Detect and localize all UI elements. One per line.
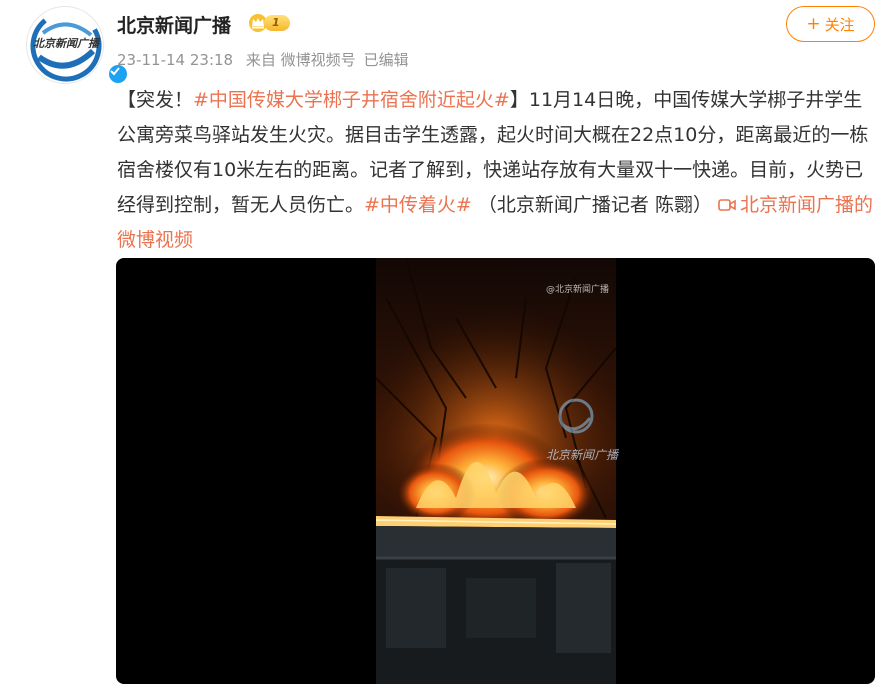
level-number: 1 (264, 15, 290, 31)
author-name[interactable]: 北京新闻广播 (117, 11, 231, 38)
content-credit: （北京新闻广播记者 陈翾） (471, 194, 712, 216)
post-source: 来自 微博视频号 (245, 51, 356, 69)
hashtag-link[interactable]: #中国传媒大学梆子井宿舍附近起火# (193, 89, 510, 111)
video-camera-icon (718, 199, 736, 211)
post-meta: 23-11-14 23:18 来自 微博视频号 已编辑 (117, 49, 417, 70)
post-content: 【突发！#中国传媒大学梆子井宿舍附近起火#】11月14日晚，中国传媒大学梆子井学… (117, 83, 875, 258)
plus-icon: + (806, 14, 821, 34)
member-level-badge[interactable]: 1 (248, 13, 300, 33)
edited-label[interactable]: 已编辑 (364, 51, 409, 69)
follow-button[interactable]: + 关注 (786, 6, 875, 42)
avatar[interactable]: 北京新闻广播 (26, 6, 129, 85)
hashtag-link[interactable]: #中传着火# (364, 194, 472, 216)
avatar-logo-text: 北京新闻广播 (33, 37, 99, 50)
video-watermark-logo-text: 北京新闻广播 (546, 448, 619, 462)
video-player[interactable]: @北京新闻广播 北京新闻广播 (116, 258, 875, 684)
content-open: 【突发！ (117, 89, 194, 111)
follow-label: 关注 (824, 15, 855, 34)
video-watermark: @北京新闻广播 (546, 285, 610, 295)
video-frame (376, 258, 616, 684)
post-time[interactable]: 23-11-14 23:18 (117, 51, 233, 69)
